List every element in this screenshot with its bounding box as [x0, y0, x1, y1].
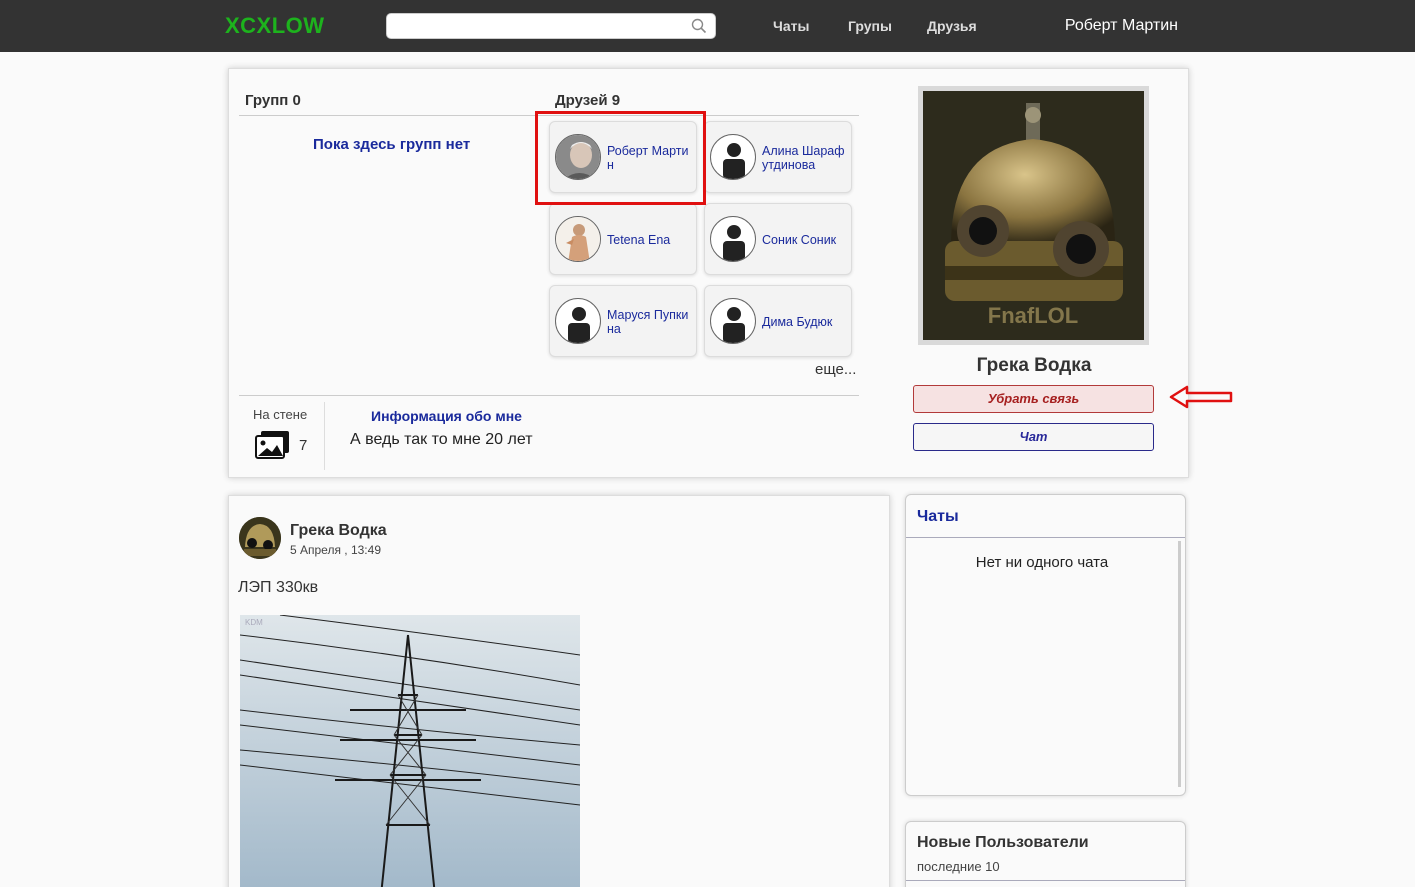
- divider: [906, 537, 1185, 538]
- about-me-text: А ведь так то мне 20 лет: [350, 431, 533, 448]
- chats-title[interactable]: Чаты: [917, 508, 959, 526]
- no-groups-message: Пока здесь групп нет: [313, 136, 471, 153]
- friend-name[interactable]: Соник Соник: [762, 204, 850, 276]
- friend-avatar: [555, 216, 601, 262]
- chat-button[interactable]: Чат: [913, 423, 1154, 451]
- divider: [324, 402, 325, 470]
- default-user-icon: [710, 298, 756, 344]
- friend-name[interactable]: Алина Шарафутдинова: [762, 122, 850, 194]
- new-users-panel: Новые Пользователи последние 10: [905, 821, 1186, 887]
- more-friends-link[interactable]: еще...: [815, 361, 856, 378]
- friend-card[interactable]: Алина Шарафутдинова: [704, 121, 852, 193]
- top-navbar: XCXLOW Чаты Групы Друзья Роберт Мартин: [0, 0, 1415, 52]
- post-image[interactable]: KDM: [240, 615, 580, 887]
- wall-count: 7: [299, 437, 308, 454]
- chats-scrollbar[interactable]: [1178, 541, 1181, 787]
- post-date: 5 Апреля , 13:49: [290, 543, 381, 557]
- image-watermark: KDM: [245, 618, 263, 627]
- profile-name: Грека Водка: [976, 355, 1092, 376]
- friend-name[interactable]: Дима Будюк: [762, 286, 850, 358]
- site-logo[interactable]: XCXLOW: [225, 13, 325, 39]
- wall-post: Грека Водка 5 Апреля , 13:49 ЛЭП 330кв K…: [228, 495, 890, 887]
- profile-panel: Групп 0 Друзей 9 Пока здесь групп нет Ро…: [228, 68, 1233, 478]
- nav-friends[interactable]: Друзья: [927, 18, 977, 34]
- search-input[interactable]: [386, 13, 716, 39]
- friend-card[interactable]: Маруся Пупкина: [549, 285, 697, 357]
- wall-label: На стене: [253, 407, 308, 422]
- friend-card[interactable]: Соник Соник: [704, 203, 852, 275]
- remove-friend-button[interactable]: Убрать связь: [913, 385, 1154, 413]
- profile-photo[interactable]: FnafLOL: [918, 86, 1149, 345]
- post-author-avatar[interactable]: [239, 517, 281, 559]
- friend-name[interactable]: Маруся Пупкина: [607, 286, 695, 358]
- default-user-icon: [555, 298, 601, 344]
- gallery-icon[interactable]: [255, 429, 291, 461]
- chats-empty-message: Нет ни одного чата: [975, 554, 1109, 571]
- annotation-highlight-box: [535, 111, 706, 205]
- nav-chats[interactable]: Чаты: [773, 18, 809, 34]
- default-user-icon: [710, 134, 756, 180]
- chats-panel: Чаты Нет ни одного чата: [905, 494, 1186, 796]
- friend-name[interactable]: Tetena Ena: [607, 204, 695, 276]
- photo-watermark: FnafLOL: [988, 303, 1078, 328]
- current-user-name[interactable]: Роберт Мартин: [1065, 17, 1178, 35]
- nav-groups[interactable]: Групы: [848, 18, 892, 34]
- divider: [239, 395, 859, 396]
- post-author-name[interactable]: Грека Водка: [290, 522, 387, 540]
- new-users-subtitle: последние 10: [917, 859, 1000, 874]
- friends-count-title: Друзей 9: [555, 92, 621, 109]
- friend-card[interactable]: Дима Будюк: [704, 285, 852, 357]
- new-users-title: Новые Пользователи: [917, 834, 1089, 851]
- friend-card[interactable]: Tetena Ena: [549, 203, 697, 275]
- post-text: ЛЭП 330кв: [238, 579, 319, 596]
- search-icon[interactable]: [691, 18, 707, 34]
- about-me-title: Информация обо мне: [371, 408, 522, 424]
- divider: [906, 880, 1185, 881]
- default-user-icon: [710, 216, 756, 262]
- annotation-arrow-icon: [1169, 385, 1233, 409]
- groups-count-title: Групп 0: [245, 92, 301, 109]
